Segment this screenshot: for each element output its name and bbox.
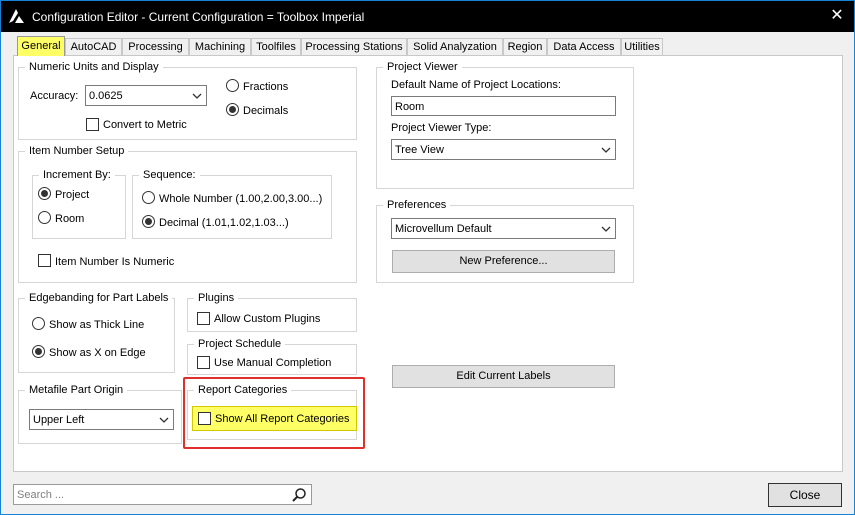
search-input[interactable] <box>17 487 287 502</box>
edgebanding-group: Edgebanding for Part Labels <box>18 291 175 373</box>
edgebanding-legend: Edgebanding for Part Labels <box>25 291 173 305</box>
item-number-numeric-checkbox[interactable] <box>38 254 51 267</box>
decimals-radio[interactable] <box>226 103 239 116</box>
tab-solid-analyzation[interactable]: Solid Analyzation <box>407 38 503 56</box>
x-on-edge-label: Show as X on Edge <box>49 347 146 359</box>
sequence-decimal-radio[interactable] <box>142 215 155 228</box>
convert-metric-label: Convert to Metric <box>103 119 187 131</box>
chevron-down-icon <box>601 226 611 232</box>
close-window-icon[interactable]: ✕ <box>828 7 846 25</box>
viewer-type-combo[interactable]: Tree View <box>391 139 616 160</box>
edit-current-labels-button[interactable]: Edit Current Labels <box>392 365 615 388</box>
tab-machining[interactable]: Machining <box>189 38 251 56</box>
x-on-edge-radio[interactable] <box>32 345 45 358</box>
app-logo-icon <box>9 9 24 23</box>
chevron-down-icon <box>192 93 202 99</box>
metafile-legend: Metafile Part Origin <box>25 383 128 397</box>
numeric-units-legend: Numeric Units and Display <box>25 60 163 74</box>
fractions-label: Fractions <box>243 81 289 93</box>
sequence-legend: Sequence: <box>139 168 200 182</box>
increment-project-label: Project <box>55 189 90 201</box>
manual-completion-label: Use Manual Completion <box>214 357 332 369</box>
preferences-value: Microvellum Default <box>395 223 492 235</box>
item-number-numeric-label: Item Number Is Numeric <box>55 256 175 268</box>
manual-completion-checkbox[interactable] <box>197 356 210 369</box>
sequence-whole-number-label: Whole Number (1.00,2.00,3.00...) <box>159 193 323 205</box>
new-preference-button[interactable]: New Preference... <box>392 250 615 273</box>
tab-general[interactable]: General <box>17 36 65 56</box>
default-name-value: Room <box>395 101 425 113</box>
thick-line-radio[interactable] <box>32 317 45 330</box>
project-viewer-legend: Project Viewer <box>383 60 462 74</box>
window-title: Configuration Editor - Current Configura… <box>32 10 365 24</box>
sequence-whole-number-radio[interactable] <box>142 191 155 204</box>
tab-processing[interactable]: Processing <box>122 38 189 56</box>
increment-by-legend: Increment By: <box>39 168 115 182</box>
tab-processing-stations[interactable]: Processing Stations <box>301 38 407 56</box>
sequence-decimal-label: Decimal (1.01,1.02,1.03...) <box>159 217 289 229</box>
increment-project-radio[interactable] <box>38 187 51 200</box>
tab-region[interactable]: Region <box>503 38 547 56</box>
accuracy-label: Accuracy: <box>30 90 79 102</box>
metafile-origin-value: Upper Left <box>33 414 85 426</box>
chevron-down-icon <box>601 147 611 153</box>
annotation-highlight-box <box>183 377 365 449</box>
tab-data-access[interactable]: Data Access <box>547 38 621 56</box>
allow-plugins-label: Allow Custom Plugins <box>214 313 321 325</box>
increment-room-label: Room <box>55 213 85 225</box>
search-box <box>13 484 312 505</box>
tab-autocad[interactable]: AutoCAD <box>65 38 122 56</box>
accuracy-value: 0.0625 <box>89 90 123 102</box>
viewer-type-value: Tree View <box>395 144 444 156</box>
viewer-type-label: Project Viewer Type: <box>391 122 492 134</box>
metafile-origin-combo[interactable]: Upper Left <box>29 409 174 430</box>
increment-by-group: Increment By: <box>32 168 126 239</box>
fractions-radio[interactable] <box>226 79 239 92</box>
thick-line-label: Show as Thick Line <box>49 319 145 331</box>
increment-room-radio[interactable] <box>38 211 51 224</box>
tab-utilities[interactable]: Utilities <box>621 38 663 56</box>
configuration-editor-window: Configuration Editor - Current Configura… <box>0 0 855 515</box>
preferences-combo[interactable]: Microvellum Default <box>391 218 616 239</box>
accuracy-combo[interactable]: 0.0625 <box>85 85 207 106</box>
preferences-legend: Preferences <box>383 198 451 212</box>
close-button[interactable]: Close <box>768 483 842 507</box>
allow-plugins-checkbox[interactable] <box>197 312 210 325</box>
default-name-label: Default Name of Project Locations: <box>391 79 561 91</box>
tab-toolfiles[interactable]: Toolfiles <box>251 38 301 56</box>
project-schedule-legend: Project Schedule <box>194 337 286 351</box>
title-bar: Configuration Editor - Current Configura… <box>1 1 854 32</box>
search-icon[interactable] <box>291 487 307 503</box>
plugins-legend: Plugins <box>194 291 239 305</box>
chevron-down-icon <box>159 417 169 423</box>
default-name-input[interactable]: Room <box>391 96 616 116</box>
convert-metric-checkbox[interactable] <box>86 118 99 131</box>
decimals-label: Decimals <box>243 105 289 117</box>
item-number-legend: Item Number Setup <box>25 144 129 158</box>
